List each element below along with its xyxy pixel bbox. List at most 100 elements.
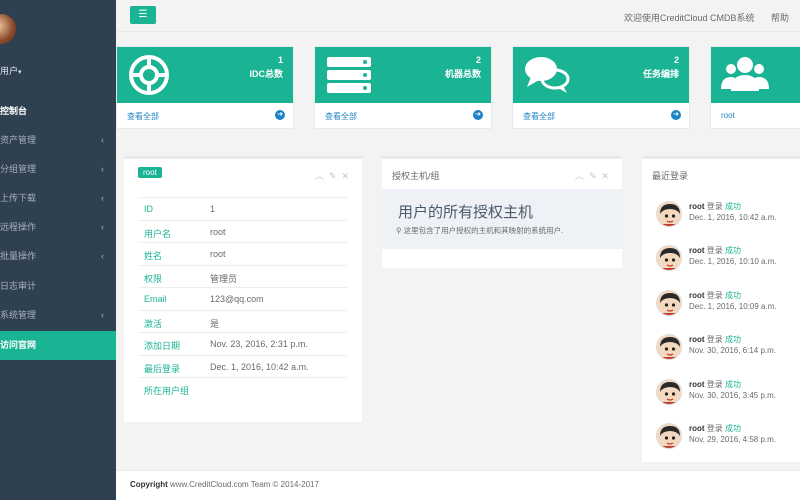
username-badge: root: [138, 167, 162, 178]
user-dropdown-label: 用户: [0, 66, 19, 76]
panel-title: 最近登录: [652, 171, 689, 181]
list-item: root 登录 成功 Nov. 30, 2016, 6:14 p.m.: [656, 332, 796, 364]
login-status: 成功: [725, 290, 742, 300]
user-avatar: [656, 245, 682, 272]
sidebar-item-label: 访问官网: [0, 340, 37, 350]
login-event: root 登录 成功: [689, 290, 741, 301]
login-action: 登录: [706, 202, 723, 211]
sidebar: 用户▾ 控制台 资产管理 ‹ 分组管理 ‹ 上传下载 ‹ 远程操作 ‹ 批量操作 ‹ 日志审计 系统管理…: [0, 0, 116, 500]
sidebar-item-label: 分组管理: [0, 164, 37, 174]
login-action: 登录: [706, 379, 723, 389]
arrow-right-icon[interactable]: ➜: [473, 110, 483, 120]
stat-card-header: 1 IDC总数: [117, 47, 293, 103]
user-avatar: [656, 378, 682, 405]
sidebar-item[interactable]: 分组管理 ‹: [0, 155, 116, 184]
map-marker-icon: ⚲: [396, 226, 404, 235]
login-status: 成功: [725, 379, 742, 389]
list-item: root 登录 成功 Nov. 29, 2016, 4:58 p.m.: [656, 421, 796, 453]
menu-toggle-button[interactable]: ☰: [130, 6, 156, 24]
view-all-link[interactable]: 查看全部: [127, 111, 159, 122]
user-dropdown[interactable]: 用户▾: [0, 64, 22, 77]
login-action: 登录: [706, 335, 723, 345]
chat-icon: [523, 53, 571, 97]
login-user: root: [689, 424, 705, 433]
login-user: root: [689, 379, 705, 389]
granted-hosts-description-text: 这里包含了用户授权的主机和其映射的系统用户.: [403, 226, 564, 235]
sidebar-item[interactable]: 远程操作 ‹: [0, 213, 116, 242]
arrow-right-icon[interactable]: ➜: [671, 110, 681, 120]
sidebar-item[interactable]: 批量操作 ‹: [0, 242, 116, 271]
table-row: 添加日期 Nov. 23, 2016, 2:31 p.m.: [138, 332, 348, 354]
granted-hosts-header: 用户的所有授权主机 ⚲ 这里包含了用户授权的主机和其映射的系统用户.: [382, 189, 622, 249]
stat-card: 2 机器总数查看全部 ➜: [314, 46, 492, 129]
view-all-link[interactable]: root: [721, 111, 735, 120]
field-key: 所在用户组: [144, 386, 190, 396]
field-value: 管理员: [210, 273, 238, 284]
login-action: 登录: [706, 246, 723, 256]
sidebar-item[interactable]: 访问官网: [0, 331, 116, 360]
sidebar-item-label: 系统管理: [0, 310, 37, 320]
top-navbar: ☰ 欢迎使用CreditCloud CMDB系统 帮助: [116, 0, 800, 32]
stat-card-header: [711, 47, 800, 103]
login-action: 登录: [706, 424, 723, 433]
avatar[interactable]: [0, 14, 16, 44]
login-time: Nov. 30, 2016, 6:14 p.m.: [689, 346, 777, 356]
close-icon[interactable]: ✕: [601, 171, 614, 181]
wrench-icon[interactable]: ✎: [589, 171, 602, 181]
help-link[interactable]: 帮助: [771, 11, 789, 24]
login-event: root 登录 成功: [689, 201, 741, 212]
copyright-text: Copyright www.CreditCloud.com Team © 201…: [130, 480, 319, 489]
granted-hosts-heading: 用户的所有授权主机: [398, 204, 534, 221]
welcome-text: 欢迎使用CreditCloud CMDB系统: [624, 13, 755, 23]
field-key: 用户名: [144, 228, 172, 239]
stat-label: 机器总数: [444, 69, 481, 79]
table-row: 权限 管理员: [138, 264, 348, 287]
copyright-rest: www.CreditCloud.com Team © 2014-2017: [167, 480, 319, 489]
sidebar-item-label: 上传下载: [0, 193, 37, 203]
login-event: root 登录 成功: [689, 245, 741, 256]
login-action: 登录: [706, 290, 723, 300]
login-status: 成功: [725, 202, 742, 211]
login-status: 成功: [725, 335, 742, 345]
field-key: ID: [144, 204, 153, 214]
list-item: root 登录 成功 Nov. 30, 2016, 3:45 p.m.: [656, 377, 796, 409]
chevron-left-icon: ‹: [101, 251, 104, 261]
chevron-left-icon: ‹: [101, 164, 104, 174]
sidebar-item[interactable]: 日志审计: [0, 272, 116, 301]
users-icon: [721, 53, 769, 97]
sidebar-item-label: 远程操作: [0, 222, 37, 232]
login-time: Dec. 1, 2016, 10:42 a.m.: [689, 213, 777, 222]
login-user: root: [689, 202, 705, 211]
login-time: Dec. 1, 2016, 10:10 a.m.: [689, 257, 777, 267]
stat-card-header: 2 任务编排: [513, 47, 689, 103]
field-key: 最后登录: [144, 363, 181, 374]
close-icon[interactable]: ✕: [341, 171, 354, 181]
field-value: 1: [210, 204, 216, 214]
login-time: Nov. 30, 2016, 3:45 p.m.: [689, 390, 777, 400]
login-user: root: [689, 290, 705, 300]
sidebar-item[interactable]: 上传下载 ‹: [0, 184, 116, 213]
arrow-right-icon[interactable]: ➜: [275, 110, 285, 120]
field-value: root: [210, 226, 226, 237]
sidebar-item[interactable]: 资产管理 ‹: [0, 126, 116, 155]
sidebar-item[interactable]: 控制台: [0, 97, 116, 126]
field-key: 姓名: [144, 251, 163, 261]
sidebar-item[interactable]: 系统管理 ‹: [0, 301, 116, 330]
list-item: root 登录 成功 Dec. 1, 2016, 10:09 a.m.: [656, 288, 796, 320]
copyright-bold: Copyright: [130, 480, 168, 489]
stat-card-header: 2 机器总数: [315, 47, 491, 103]
collapse-icon[interactable]: ︿: [575, 171, 589, 181]
user-avatar: [656, 423, 682, 449]
chevron-left-icon: ‹: [101, 310, 104, 320]
stat-label: IDC总数: [249, 69, 284, 79]
list-item: root 登录 成功 Dec. 1, 2016, 10:42 a.m.: [656, 199, 796, 231]
field-value: Dec. 1, 2016, 10:42 a.m.: [210, 361, 309, 372]
view-all-link[interactable]: 查看全部: [523, 111, 555, 122]
wrench-icon[interactable]: ✎: [329, 171, 342, 181]
panel-title: 授权主机/组: [392, 171, 440, 181]
collapse-icon[interactable]: ︿: [315, 171, 329, 181]
user-avatar: [656, 334, 682, 361]
view-all-link[interactable]: 查看全部: [325, 111, 357, 122]
footer: Copyright www.CreditCloud.com Team © 201…: [116, 470, 800, 500]
stat-count: 2: [673, 55, 679, 65]
